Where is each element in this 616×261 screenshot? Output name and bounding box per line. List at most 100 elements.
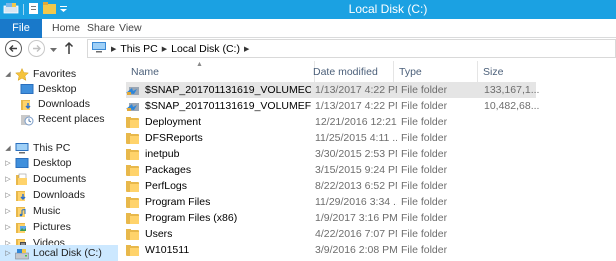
collapse-arrow-icon[interactable]: ◢ (4, 70, 12, 78)
sidebar-item-local-disk[interactable]: ▷ Local Disk (C:) (0, 245, 118, 261)
file-type: File folder (401, 196, 448, 208)
file-date: 1/9/2017 3:16 PM (315, 212, 397, 224)
sidebar-item-desktop-fav[interactable]: Desktop (20, 81, 77, 97)
tab-share[interactable]: Share (87, 19, 115, 38)
expand-arrow-icon[interactable]: ▷ (4, 159, 12, 167)
recent-places-icon (20, 113, 34, 126)
file-size (484, 162, 539, 178)
file-name: PerfLogs (145, 180, 188, 192)
file-name: Program Files (x86) (145, 212, 238, 224)
file-row[interactable]: Program Files (x86) 1/9/2017 3:16 PM File … (126, 210, 536, 226)
file-name-cell: Program Files (126, 194, 311, 210)
local-disk-icon (15, 247, 29, 260)
expand-arrow-icon[interactable]: ▷ (4, 249, 12, 257)
breadcrumb-separator: ▶ (243, 45, 250, 53)
file-row[interactable]: W101511 3/9/2016 2:08 PM File folder (126, 242, 536, 258)
star-icon (15, 67, 29, 81)
expand-arrow-icon[interactable]: ▷ (4, 175, 12, 183)
back-button[interactable] (5, 40, 22, 57)
file-type: File folder (401, 84, 448, 96)
pictures-folder-icon (15, 221, 29, 234)
sidebar-item-this-pc[interactable]: ◢ This PC (4, 140, 70, 156)
sidebar-item-label: Downloads (38, 98, 90, 110)
expand-arrow-icon[interactable]: ▷ (4, 207, 12, 215)
file-name: $SNAP_201701131619_VOLUMEC$ (145, 84, 311, 96)
sidebar-item-pictures[interactable]: ▷ Pictures (4, 219, 71, 235)
sidebar-item-documents[interactable]: ▷ Documents (4, 171, 86, 187)
column-header-type[interactable]: Type (394, 61, 478, 83)
forward-button[interactable] (28, 40, 45, 57)
sidebar-item-downloads-fav[interactable]: Downloads (20, 96, 90, 112)
file-type: File folder (401, 148, 448, 160)
this-pc-icon (91, 41, 107, 56)
tab-file[interactable]: File (0, 19, 42, 38)
file-name-cell: Packages (126, 162, 311, 178)
file-name: W101511 (145, 244, 190, 256)
file-size (484, 226, 539, 242)
sidebar-item-recent-places[interactable]: Recent places (20, 111, 105, 127)
file-row[interactable]: PerfLogs 8/22/2013 6:52 PM File folder (126, 178, 536, 194)
file-name-cell: $SNAP_201701131619_VOLUMEF$ (126, 98, 311, 114)
folder-icon (126, 148, 139, 160)
file-row[interactable]: Deployment 12/21/2016 12:21... File folder (126, 114, 536, 130)
desktop-icon (15, 157, 29, 170)
file-size (484, 114, 539, 130)
sidebar-item-label: Desktop (33, 157, 72, 169)
breadcrumb-local-disk[interactable]: Local Disk (C:) (171, 43, 240, 55)
column-header-date[interactable]: Date modified (308, 61, 394, 83)
file-size (484, 242, 539, 258)
file-size (484, 146, 539, 162)
file-date: 3/15/2015 9:24 PM (315, 164, 397, 176)
folder-icon (126, 180, 139, 192)
file-date: 12/21/2016 12:21... (315, 116, 397, 128)
file-size: 133,167,1... (484, 84, 539, 96)
file-date: 1/13/2017 4:22 PM (315, 100, 397, 112)
address-bar[interactable]: ▶ This PC ▶ Local Disk (C:) ▶ (87, 39, 616, 58)
file-type: File folder (401, 100, 448, 112)
file-name-cell: DFSReports (126, 130, 311, 146)
file-row[interactable]: inetpub 3/30/2015 2:53 PM File folder (126, 146, 536, 162)
file-size (484, 130, 539, 146)
sidebar-item-label: This PC (33, 142, 71, 154)
column-header-size[interactable]: Size (478, 61, 536, 83)
column-header-name[interactable]: ▲ Name (126, 61, 315, 83)
file-row[interactable]: DFSReports 11/25/2015 4:11 ... File folder (126, 130, 536, 146)
collapse-arrow-icon[interactable]: ◢ (4, 144, 12, 152)
breadcrumb-this-pc[interactable]: This PC (120, 43, 157, 55)
sidebar-item-downloads[interactable]: ▷ Downloads (4, 187, 85, 203)
file-row[interactable]: $SNAP_201701131619_VOLUMEC$ 1/13/2017 4:2… (126, 82, 539, 98)
folder-icon (126, 164, 139, 176)
file-row[interactable]: Program Files 11/29/2016 3:34 ... File fol… (126, 194, 536, 210)
expand-arrow-icon[interactable]: ▷ (4, 223, 12, 231)
recent-locations-icon[interactable] (50, 44, 57, 56)
up-button[interactable] (64, 41, 74, 58)
file-row[interactable]: Users 4/22/2016 7:07 PM File folder (126, 226, 536, 242)
file-type: File folder (401, 180, 448, 192)
expand-arrow-icon[interactable]: ▷ (4, 191, 12, 199)
tab-view[interactable]: View (119, 19, 142, 38)
sidebar-item-label: Local Disk (C:) (33, 247, 102, 259)
folder-icon (126, 228, 139, 240)
folder-icon (126, 132, 139, 144)
file-size (484, 194, 539, 210)
desktop-icon (20, 83, 34, 96)
file-type: File folder (401, 212, 448, 224)
snapshot-folder-icon (126, 101, 139, 112)
folder-icon (126, 244, 139, 256)
file-name: Deployment (145, 116, 202, 128)
folder-icon (126, 116, 139, 128)
file-name: DFSReports (145, 132, 203, 144)
sidebar-item-music[interactable]: ▷ Music (4, 203, 60, 219)
sidebar-item-desktop[interactable]: ▷ Desktop (4, 155, 72, 171)
file-name-cell: W101511 (126, 242, 311, 258)
title-bar: Local Disk (C:) (0, 0, 616, 19)
file-name-cell: Users (126, 226, 311, 242)
file-row[interactable]: Packages 3/15/2015 9:24 PM File folder (126, 162, 536, 178)
file-row[interactable]: $SNAP_201701131619_VOLUMEF$ 1/13/2017 4:2… (126, 98, 539, 114)
sidebar-item-favorites[interactable]: ◢ Favorites (4, 66, 76, 82)
file-type: File folder (401, 228, 448, 240)
file-name: $SNAP_201701131619_VOLUMEF$ (145, 100, 311, 112)
computer-icon (15, 142, 29, 155)
tab-home[interactable]: Home (52, 19, 80, 38)
music-folder-icon (15, 205, 29, 218)
